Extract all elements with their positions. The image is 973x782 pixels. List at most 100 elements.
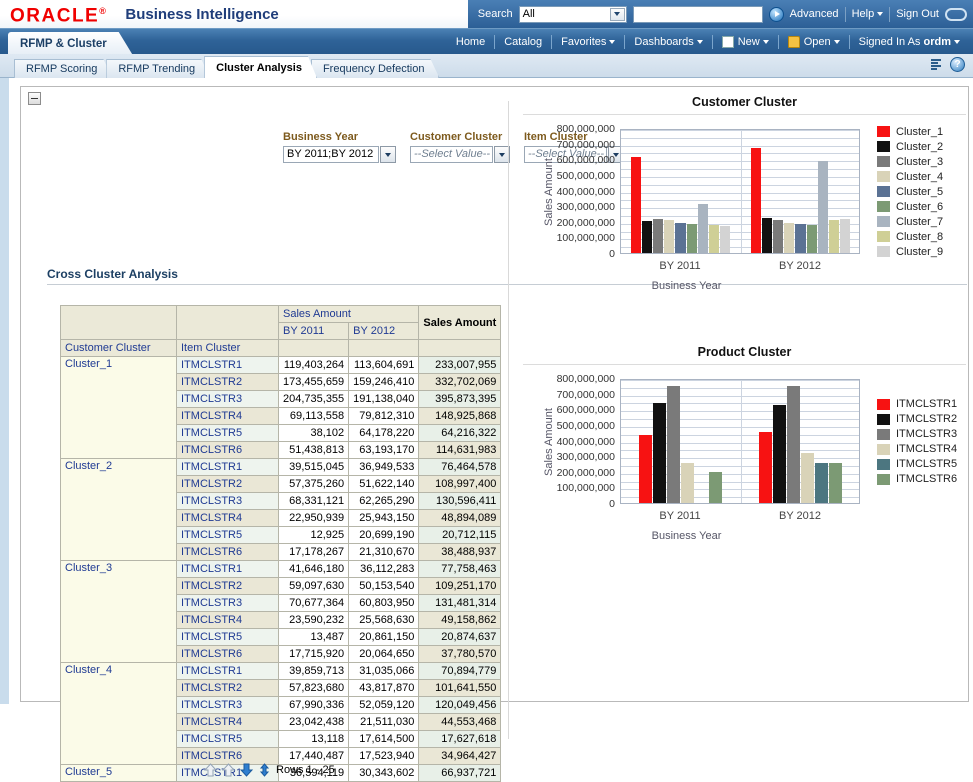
cell-item-cluster[interactable]: ITMCLSTR3: [177, 595, 279, 612]
collapse-section-icon[interactable]: [28, 92, 41, 105]
legend-item[interactable]: Cluster_7: [877, 214, 943, 229]
bar-itmclstr2-by-2011[interactable]: [653, 403, 666, 503]
cell-item-cluster[interactable]: ITMCLSTR6: [177, 544, 279, 561]
cell-item-cluster[interactable]: ITMCLSTR5: [177, 425, 279, 442]
cell-item-cluster[interactable]: ITMCLSTR4: [177, 510, 279, 527]
cell-item-cluster[interactable]: ITMCLSTR4: [177, 408, 279, 425]
cell-customer-cluster[interactable]: Cluster_4: [61, 663, 177, 765]
header-year-by-2012[interactable]: BY 2012: [349, 323, 419, 340]
search-input[interactable]: [633, 6, 763, 23]
page-options-icon[interactable]: [928, 58, 943, 72]
cell-item-cluster[interactable]: ITMCLSTR1: [177, 357, 279, 374]
bar-cluster_8-by-2011[interactable]: [709, 225, 719, 253]
cell-item-cluster[interactable]: ITMCLSTR2: [177, 680, 279, 697]
cell-item-cluster[interactable]: ITMCLSTR4: [177, 714, 279, 731]
first-page-icon[interactable]: [204, 763, 217, 777]
nav-item-new[interactable]: New: [713, 36, 778, 48]
bar-cluster_1-by-2012[interactable]: [751, 148, 761, 253]
nav-item-dashboards[interactable]: Dashboards: [625, 36, 711, 48]
bar-cluster_8-by-2012[interactable]: [829, 220, 839, 253]
cell-item-cluster[interactable]: ITMCLSTR2: [177, 374, 279, 391]
cell-item-cluster[interactable]: ITMCLSTR1: [177, 459, 279, 476]
header-dim-item-cluster[interactable]: Item Cluster: [177, 340, 279, 357]
signed-in-as[interactable]: Signed In As ordm: [850, 36, 969, 48]
search-scope-select[interactable]: All: [519, 6, 627, 23]
header-year-by-2011[interactable]: BY 2011: [279, 323, 349, 340]
sign-out-link[interactable]: Sign Out: [896, 8, 939, 20]
header-dim-customer-cluster[interactable]: Customer Cluster: [61, 340, 177, 357]
legend-item[interactable]: Cluster_9: [877, 244, 943, 259]
bar-cluster_3-by-2012[interactable]: [773, 220, 783, 253]
help-menu[interactable]: Help: [852, 8, 884, 20]
legend-item[interactable]: ITMCLSTR4: [877, 442, 957, 457]
cell-item-cluster[interactable]: ITMCLSTR5: [177, 527, 279, 544]
cell-item-cluster[interactable]: ITMCLSTR5: [177, 731, 279, 748]
last-page-icon[interactable]: [258, 763, 271, 777]
bar-itmclstr1-by-2012[interactable]: [759, 432, 772, 503]
legend-item[interactable]: Cluster_3: [877, 154, 943, 169]
bar-cluster_2-by-2012[interactable]: [762, 218, 772, 253]
bar-cluster_4-by-2012[interactable]: [784, 223, 794, 253]
legend-item[interactable]: Cluster_8: [877, 229, 943, 244]
legend-item[interactable]: ITMCLSTR5: [877, 457, 957, 472]
cell-item-cluster[interactable]: ITMCLSTR3: [177, 391, 279, 408]
nav-item-home[interactable]: Home: [447, 36, 494, 48]
cell-item-cluster[interactable]: ITMCLSTR6: [177, 442, 279, 459]
bar-cluster_4-by-2011[interactable]: [664, 220, 674, 253]
help-icon[interactable]: ?: [950, 57, 965, 72]
bar-itmclstr3-by-2012[interactable]: [787, 386, 800, 504]
cell-item-cluster[interactable]: ITMCLSTR1: [177, 663, 279, 680]
bar-cluster_5-by-2012[interactable]: [795, 224, 805, 253]
bar-itmclstr3-by-2011[interactable]: [667, 386, 680, 504]
header-measure-sales-amount[interactable]: Sales Amount: [279, 306, 419, 323]
prompt-customer-cluster-value[interactable]: --Select Value--: [410, 146, 493, 163]
go-arrow-icon[interactable]: [769, 7, 784, 22]
bar-itmclstr4-by-2011[interactable]: [681, 463, 694, 503]
legend-item[interactable]: ITMCLSTR1: [877, 397, 957, 412]
cell-item-cluster[interactable]: ITMCLSTR4: [177, 612, 279, 629]
bar-cluster_2-by-2011[interactable]: [642, 221, 652, 253]
bar-itmclstr4-by-2012[interactable]: [801, 453, 814, 503]
previous-page-icon[interactable]: [222, 763, 235, 777]
bar-cluster_6-by-2012[interactable]: [807, 225, 817, 253]
legend-item[interactable]: ITMCLSTR2: [877, 412, 957, 427]
chevron-down-icon[interactable]: [610, 8, 625, 21]
cell-customer-cluster[interactable]: Cluster_2: [61, 459, 177, 561]
bar-cluster_3-by-2011[interactable]: [653, 219, 663, 253]
tab-cluster-analysis[interactable]: Cluster Analysis: [204, 56, 317, 78]
legend-item[interactable]: ITMCLSTR6: [877, 472, 957, 487]
bar-itmclstr5-by-2012[interactable]: [815, 463, 828, 503]
nav-item-catalog[interactable]: Catalog: [495, 36, 551, 48]
legend-item[interactable]: ITMCLSTR3: [877, 427, 957, 442]
bar-itmclstr1-by-2011[interactable]: [639, 435, 652, 503]
bar-cluster_7-by-2012[interactable]: [818, 161, 828, 254]
nav-item-favorites[interactable]: Favorites: [552, 36, 624, 48]
prompt-business-year-dropdown-icon[interactable]: [380, 146, 396, 163]
cell-item-cluster[interactable]: ITMCLSTR5: [177, 629, 279, 646]
header-total-sales-amount[interactable]: Sales Amount: [419, 306, 501, 340]
cell-item-cluster[interactable]: ITMCLSTR1: [177, 561, 279, 578]
bar-cluster_9-by-2011[interactable]: [720, 226, 730, 253]
bar-cluster_9-by-2012[interactable]: [840, 219, 850, 253]
nav-item-open[interactable]: Open: [779, 36, 849, 48]
legend-item[interactable]: Cluster_6: [877, 199, 943, 214]
cell-item-cluster[interactable]: ITMCLSTR6: [177, 748, 279, 765]
bar-cluster_1-by-2011[interactable]: [631, 157, 641, 253]
bar-cluster_5-by-2011[interactable]: [675, 223, 685, 253]
cell-item-cluster[interactable]: ITMCLSTR2: [177, 578, 279, 595]
bar-cluster_6-by-2011[interactable]: [687, 224, 697, 253]
tab-rfmp-trending[interactable]: RFMP Trending: [106, 59, 210, 78]
cell-item-cluster[interactable]: ITMCLSTR3: [177, 697, 279, 714]
legend-item[interactable]: Cluster_1: [877, 124, 943, 139]
bar-itmclstr6-by-2011[interactable]: [709, 472, 722, 503]
cell-customer-cluster[interactable]: Cluster_5: [61, 765, 177, 782]
legend-item[interactable]: Cluster_5: [877, 184, 943, 199]
tab-frequency-defection[interactable]: Frequency Defection: [311, 59, 440, 78]
next-page-icon[interactable]: [240, 763, 253, 777]
cell-item-cluster[interactable]: ITMCLSTR2: [177, 476, 279, 493]
dashboard-page-tab[interactable]: RFMP & Cluster: [8, 32, 133, 55]
cell-customer-cluster[interactable]: Cluster_3: [61, 561, 177, 663]
advanced-link[interactable]: Advanced: [790, 8, 839, 20]
cell-item-cluster[interactable]: ITMCLSTR3: [177, 493, 279, 510]
bar-itmclstr6-by-2012[interactable]: [829, 463, 842, 503]
